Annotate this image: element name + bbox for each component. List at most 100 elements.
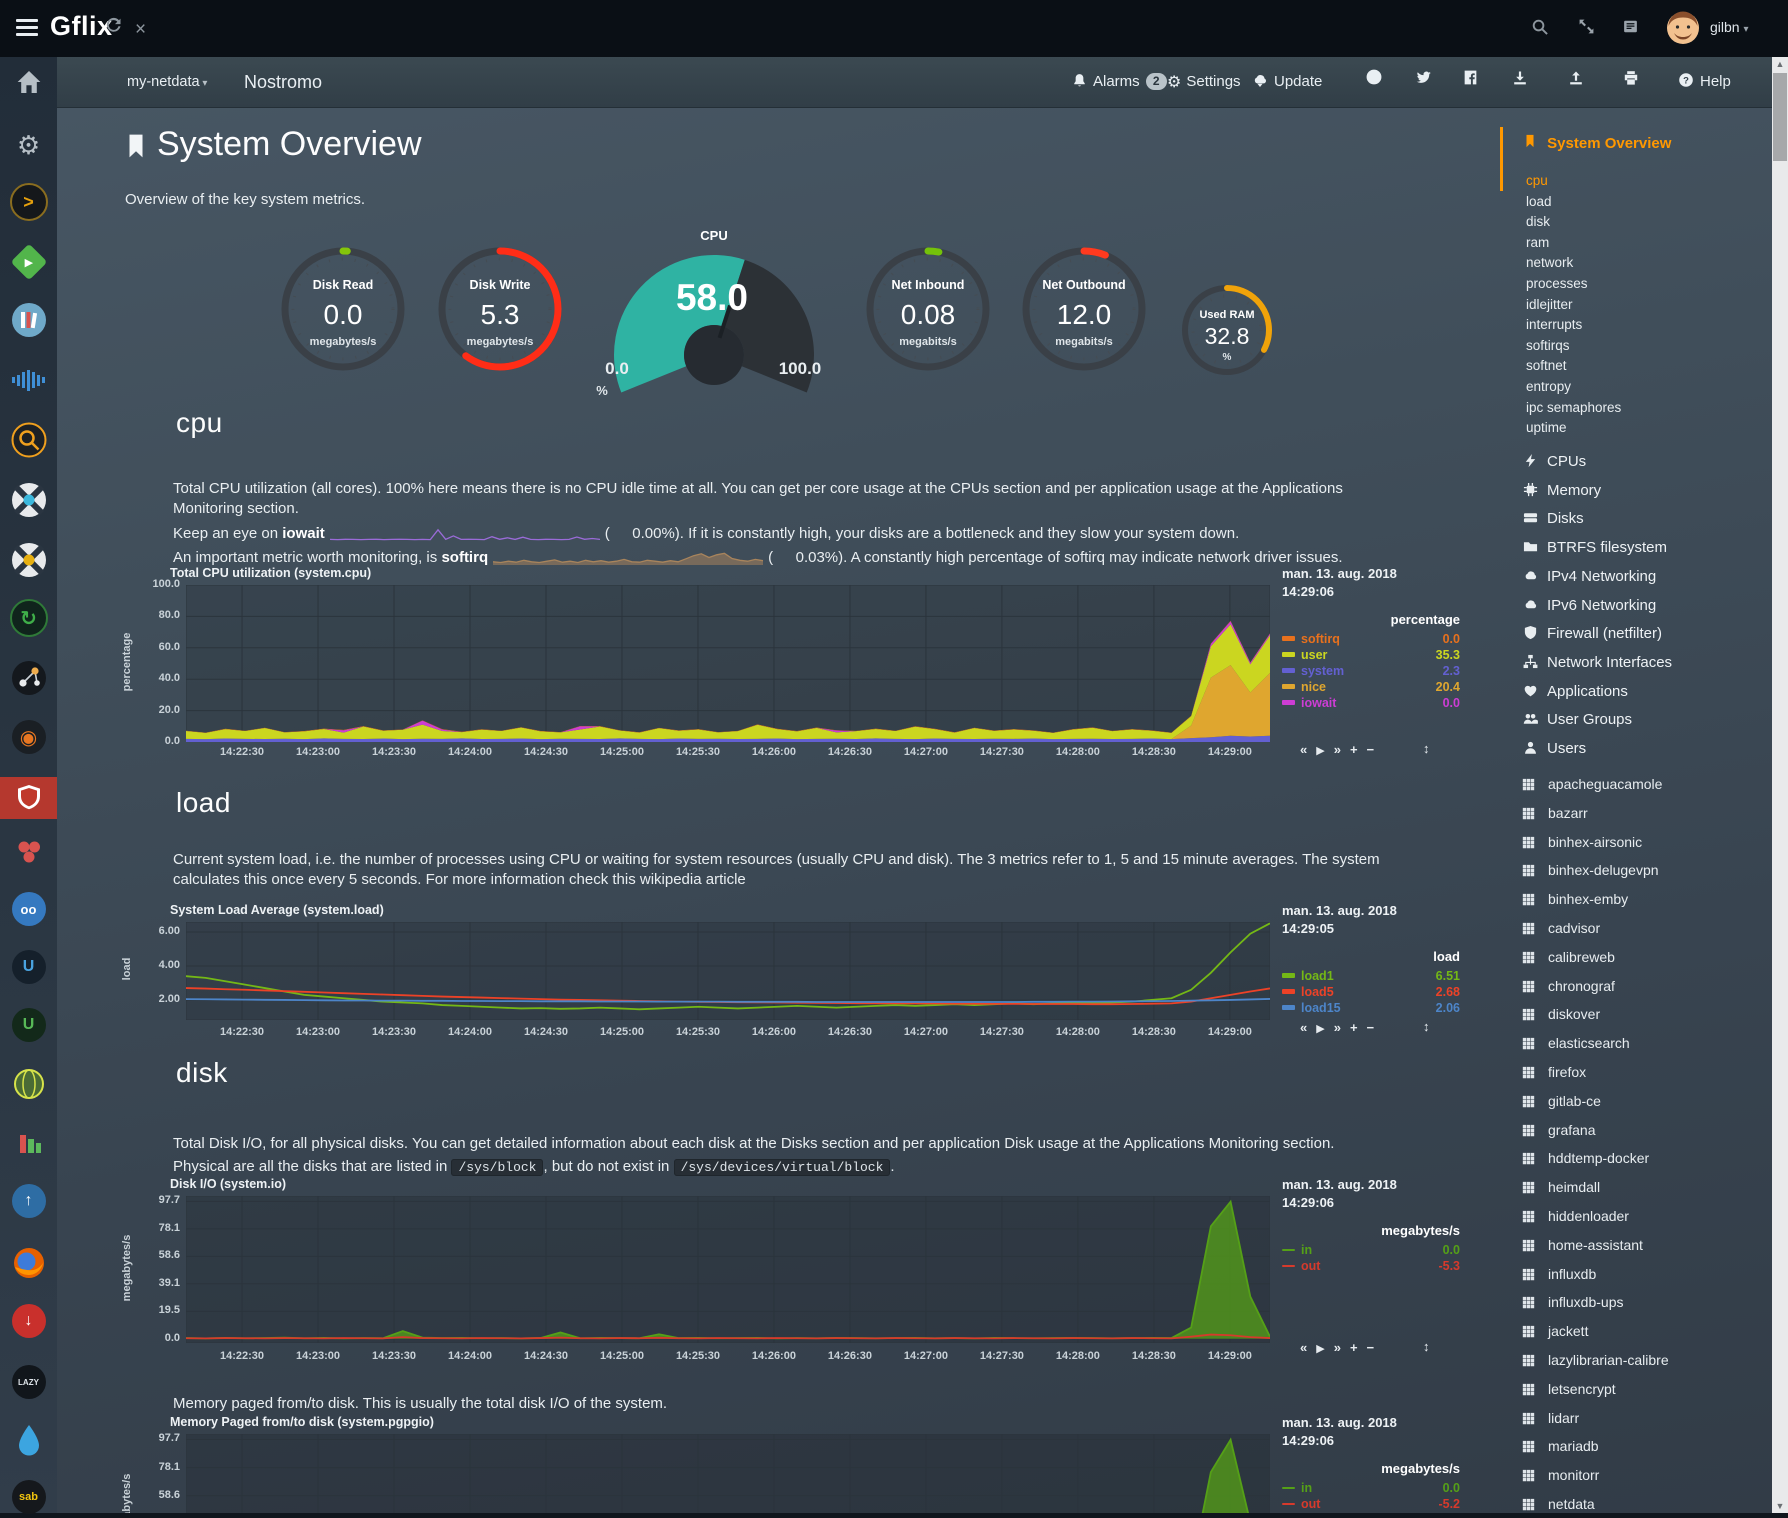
disk-legend-in[interactable]: in0.0 [1282, 1243, 1460, 1257]
toc-section-CPUs[interactable]: CPUs [1523, 453, 1586, 472]
swirl-app-icon[interactable]: ↻ [0, 597, 57, 639]
cpu-gauge[interactable]: CPU58.00.0100.0% [584, 250, 844, 420]
toc-app-binhex-delugevpn[interactable]: binhex-delugevpn [1522, 862, 1659, 880]
pinwheel-yellow-app-icon[interactable] [0, 539, 57, 581]
disk-skip-forward-button[interactable]: » [1334, 1340, 1341, 1355]
scroll-down-arrow[interactable]: ▼ [1772, 1499, 1788, 1513]
changelog-icon[interactable] [1622, 18, 1639, 40]
mem-legend-out[interactable]: out-5.2 [1282, 1497, 1460, 1511]
github-icon[interactable] [1365, 57, 1383, 107]
shield-app-icon[interactable] [0, 777, 57, 819]
page-scrollbar[interactable]: ▲ ▼ [1772, 57, 1788, 1513]
update-button[interactable]: Update [1252, 57, 1322, 107]
twitter-icon[interactable] [1415, 57, 1432, 107]
cpu-play-button[interactable]: ▶ [1316, 744, 1324, 757]
firefox-icon[interactable] [0, 1242, 57, 1284]
drop-app-icon[interactable] [0, 1420, 57, 1462]
toc-app-influxdb[interactable]: influxdb [1522, 1266, 1596, 1284]
load-legend-load15[interactable]: load152.06 [1282, 1001, 1460, 1015]
toc-app-grafana[interactable]: grafana [1522, 1122, 1595, 1140]
oo-app-icon[interactable]: oo [0, 888, 57, 930]
toc-subitem-disk[interactable]: disk [1526, 214, 1550, 229]
toc-app-hiddenloader[interactable]: hiddenloader [1522, 1208, 1629, 1226]
sabnzbd-icon[interactable]: sab [0, 1476, 57, 1518]
disk-zoom-in-button[interactable]: + [1350, 1340, 1358, 1355]
toc-section-Memory[interactable]: Memory [1523, 482, 1601, 501]
hamburger-menu-icon[interactable] [16, 19, 38, 37]
load-legend-load1[interactable]: load16.51 [1282, 969, 1460, 983]
toc-subitem-entropy[interactable]: entropy [1526, 379, 1571, 394]
avatar[interactable] [1666, 11, 1700, 50]
cpu-zoom-out-button[interactable]: − [1367, 742, 1375, 757]
toc-section-BTRFS-filesystem[interactable]: BTRFS filesystem [1523, 539, 1667, 558]
u-blue-app-icon[interactable]: U [0, 946, 57, 988]
disk-legend-out[interactable]: out-5.3 [1282, 1259, 1460, 1273]
toc-app-lidarr[interactable]: lidarr [1522, 1410, 1579, 1428]
toc-app-netdata[interactable]: netdata [1522, 1496, 1595, 1513]
toc-app-binhex-airsonic[interactable]: binhex-airsonic [1522, 834, 1642, 852]
cpu-legend-iowait[interactable]: iowait0.0 [1282, 696, 1460, 710]
upload-snapshot-icon[interactable] [1568, 57, 1584, 107]
toc-app-diskover[interactable]: diskover [1522, 1006, 1600, 1024]
toc-app-firefox[interactable]: firefox [1522, 1064, 1586, 1082]
toc-subitem-network[interactable]: network [1526, 255, 1573, 270]
net-outbound-gauge[interactable]: Net Outbound12.0megabits/s [1014, 239, 1154, 379]
toc-app-apacheguacamole[interactable]: apacheguacamole [1522, 776, 1662, 794]
load-zoom-out-button[interactable]: − [1367, 1020, 1375, 1035]
load-resize-handle[interactable]: ↕ [1423, 1019, 1430, 1034]
molecule-app-icon[interactable] [0, 657, 57, 699]
disk-write-gauge[interactable]: Disk Write5.3megabytes/s [430, 239, 570, 379]
help-button[interactable]: ?Help [1678, 57, 1731, 107]
settings-gear-icon[interactable]: ⚙ [0, 124, 57, 166]
cpu-chart-plot[interactable] [186, 585, 1270, 742]
load-legend-load5[interactable]: load52.68 [1282, 985, 1460, 999]
cpu-resize-handle[interactable]: ↕ [1423, 741, 1430, 756]
disk-zoom-out-button[interactable]: − [1367, 1340, 1375, 1355]
toc-app-hddtemp-docker[interactable]: hddtemp-docker [1522, 1150, 1649, 1168]
toc-section-IPv6-Networking[interactable]: IPv6 Networking [1523, 597, 1656, 616]
facebook-icon[interactable] [1462, 57, 1479, 107]
u-green-app-icon[interactable]: U [0, 1004, 57, 1046]
settings-button[interactable]: ⚙Settings [1167, 57, 1241, 107]
mem-chart-plot[interactable] [186, 1434, 1270, 1513]
toc-section-Applications[interactable]: Applications [1523, 683, 1628, 702]
cpu-legend-nice[interactable]: nice20.4 [1282, 680, 1460, 694]
close-tab-icon[interactable]: × [135, 19, 146, 41]
toc-subitem-ram[interactable]: ram [1526, 235, 1549, 250]
toc-section-IPv4-Networking[interactable]: IPv4 Networking [1523, 568, 1656, 587]
disk-chart-plot[interactable] [186, 1196, 1270, 1343]
cpu-skip-forward-button[interactable]: » [1334, 742, 1341, 757]
lazylibrarian-icon[interactable]: LAZY [0, 1361, 57, 1403]
cpu-legend-user[interactable]: user35.3 [1282, 648, 1460, 662]
toc-subitem-softnet[interactable]: softnet [1526, 358, 1567, 373]
fullscreen-icon[interactable] [1578, 18, 1595, 40]
alarms-button[interactable]: Alarms2 [1072, 57, 1167, 107]
sphere-app-icon[interactable] [0, 1063, 57, 1105]
disk-skip-back-button[interactable]: « [1300, 1340, 1307, 1355]
toc-app-monitorr[interactable]: monitorr [1522, 1467, 1599, 1485]
toc-subitem-ipc-semaphores[interactable]: ipc semaphores [1526, 400, 1621, 415]
toc-subitem-processes[interactable]: processes [1526, 276, 1588, 291]
toc-app-gitlab-ce[interactable]: gitlab-ce [1522, 1093, 1601, 1111]
pinwheel-blue-app-icon[interactable] [0, 479, 57, 521]
emby-icon[interactable]: ▶ [0, 241, 57, 283]
load-zoom-in-button[interactable]: + [1350, 1020, 1358, 1035]
cluster-app-icon[interactable] [0, 831, 57, 873]
toc-section-Users[interactable]: Users [1523, 740, 1586, 759]
toc-section-Network-Interfaces[interactable]: Network Interfaces [1523, 654, 1672, 673]
toc-app-home-assistant[interactable]: home-assistant [1522, 1237, 1643, 1255]
disk-resize-handle[interactable]: ↕ [1423, 1339, 1430, 1354]
load-skip-back-button[interactable]: « [1300, 1020, 1307, 1035]
toc-subitem-idlejitter[interactable]: idlejitter [1526, 297, 1573, 312]
toc-app-heimdall[interactable]: heimdall [1522, 1179, 1600, 1197]
toc-section-Disks[interactable]: Disks [1523, 510, 1584, 529]
toc-section-User-Groups[interactable]: User Groups [1523, 711, 1632, 730]
toc-app-calibreweb[interactable]: calibreweb [1522, 949, 1615, 967]
window-up-app-icon[interactable]: ↑ [0, 1180, 57, 1222]
toc-app-binhex-emby[interactable]: binhex-emby [1522, 891, 1628, 909]
library-books-icon[interactable] [0, 299, 57, 341]
print-icon[interactable] [1623, 57, 1639, 107]
toc-app-bazarr[interactable]: bazarr [1522, 805, 1588, 823]
toc-subitem-uptime[interactable]: uptime [1526, 420, 1567, 435]
home-shortcut-icon[interactable] [0, 61, 57, 103]
